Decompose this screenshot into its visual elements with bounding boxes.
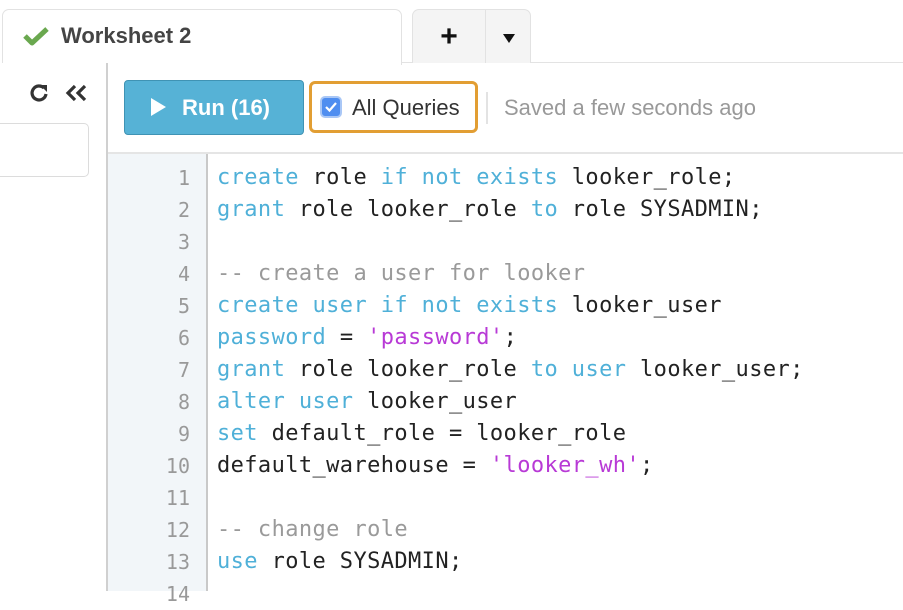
code-line[interactable]: 8 alter user looker_user xyxy=(108,386,903,418)
line-number: 12 xyxy=(165,518,190,542)
add-worksheet-button[interactable]: + xyxy=(413,10,486,63)
code-line[interactable]: 1 create role if not exists looker_role; xyxy=(108,162,903,194)
sql-string: 'password' xyxy=(367,325,504,350)
play-icon xyxy=(151,98,166,116)
code-text: create role if not exists looker_role; xyxy=(217,162,736,194)
sql-keyword: to xyxy=(530,197,559,222)
save-status: Saved a few seconds ago xyxy=(504,95,756,120)
line-number: 5 xyxy=(177,294,190,318)
sql-string: 'looker_wh' xyxy=(489,453,641,478)
line-number: 11 xyxy=(165,486,190,510)
sql-comment: -- change role xyxy=(217,517,409,542)
sql-keyword: alter user xyxy=(217,389,354,414)
line-number: 14 xyxy=(165,582,190,606)
code-line[interactable]: 3 xyxy=(108,226,903,258)
code-line[interactable]: 12 -- change role xyxy=(108,514,903,546)
sql-text: default_warehouse = xyxy=(217,453,490,478)
code-line[interactable]: 10 default_warehouse = 'looker_wh'; xyxy=(108,450,903,482)
code-line[interactable]: 6 password = 'password'; xyxy=(108,322,903,354)
sql-text: role xyxy=(298,165,381,190)
code-text: set default_role = looker_role xyxy=(217,418,626,450)
code-text: grant role looker_role to user looker_us… xyxy=(217,354,804,386)
sql-keyword: use xyxy=(217,549,258,574)
sql-text: role SYSADMIN; xyxy=(257,549,463,574)
check-icon xyxy=(23,27,49,46)
sql-text: looker_role; xyxy=(558,165,736,190)
line-number: 8 xyxy=(177,390,190,414)
tab-title: Worksheet 2 xyxy=(61,23,192,48)
code-line[interactable]: 2 grant role looker_role to role SYSADMIN… xyxy=(108,194,903,226)
sql-comment: -- create a user for looker xyxy=(217,261,586,286)
code-line[interactable]: 11 xyxy=(108,482,903,514)
code-text: password = 'password'; xyxy=(217,322,517,354)
sql-text: looker_user xyxy=(558,293,722,318)
code-line[interactable]: 14 xyxy=(108,578,903,610)
worksheet-menu-button[interactable] xyxy=(486,10,531,63)
tab-tools: + xyxy=(412,9,531,63)
code-text: -- create a user for looker xyxy=(217,258,585,290)
refresh-icon[interactable] xyxy=(28,82,50,104)
code-text: create user if not exists looker_user xyxy=(217,290,722,322)
plus-icon: + xyxy=(440,19,458,53)
line-number: 4 xyxy=(177,262,190,286)
tab-worksheet-2[interactable]: Worksheet 2 xyxy=(2,9,402,65)
run-button[interactable]: Run (16) xyxy=(124,80,304,135)
sql-text: role looker_role xyxy=(285,197,531,222)
all-queries-checkbox[interactable] xyxy=(320,96,342,118)
sql-text: looker_user xyxy=(353,389,518,414)
double-chevron-left-icon[interactable] xyxy=(64,82,90,104)
code-line[interactable]: 4 -- create a user for looker xyxy=(108,258,903,290)
all-queries-label: All Queries xyxy=(352,95,460,120)
sql-text: ; xyxy=(503,325,518,350)
line-number: 10 xyxy=(165,454,190,478)
sql-text: role looker_role xyxy=(285,357,531,382)
line-number: 1 xyxy=(177,166,190,190)
sql-keyword: set xyxy=(217,421,258,446)
sidebar-search-input[interactable] xyxy=(0,123,89,177)
code-text: use role SYSADMIN; xyxy=(217,546,463,578)
sql-text: default_role = looker_role xyxy=(257,421,627,446)
line-number: 6 xyxy=(177,326,190,350)
code-text: grant role looker_role to role SYSADMIN; xyxy=(217,194,763,226)
code-line[interactable]: 13 use role SYSADMIN; xyxy=(108,546,903,578)
line-number: 7 xyxy=(177,358,190,382)
sql-keyword: to user xyxy=(530,357,627,382)
sql-keyword: grant xyxy=(217,357,286,382)
line-number: 13 xyxy=(165,550,190,574)
code-line[interactable]: 7 grant role looker_role to user looker_u… xyxy=(108,354,903,386)
sql-keyword: create xyxy=(217,165,299,190)
line-number: 3 xyxy=(177,230,190,254)
sql-text: role SYSADMIN; xyxy=(558,197,763,222)
code-text: -- change role xyxy=(217,514,408,546)
code-text: alter user looker_user xyxy=(217,386,517,418)
run-button-label: Run (16) xyxy=(182,95,270,120)
code-line[interactable]: 5 create user if not exists looker_user xyxy=(108,290,903,322)
line-number: 9 xyxy=(177,422,190,446)
toolbar-divider xyxy=(108,152,903,154)
sql-keyword: create user if not exists xyxy=(217,293,559,318)
line-number: 2 xyxy=(177,198,190,222)
sql-editor[interactable]: 1 create role if not exists looker_role; 2… xyxy=(108,162,903,610)
code-line[interactable]: 9 set default_role = looker_role xyxy=(108,418,903,450)
toolbar-separator xyxy=(486,92,488,124)
sql-text: ; xyxy=(640,453,654,478)
code-text: default_warehouse = 'looker_wh'; xyxy=(217,450,654,482)
sql-keyword: grant xyxy=(217,197,286,222)
caret-down-icon xyxy=(502,34,515,43)
sql-text: looker_user; xyxy=(626,357,804,382)
checkmark-icon xyxy=(325,102,337,113)
worksheet-tab-bar: Worksheet 2 + xyxy=(0,0,903,65)
sql-keyword: if not exists xyxy=(380,165,559,190)
sql-text: = xyxy=(326,325,368,350)
sql-keyword: password xyxy=(217,325,327,350)
all-queries-toggle[interactable]: All Queries xyxy=(309,81,478,133)
